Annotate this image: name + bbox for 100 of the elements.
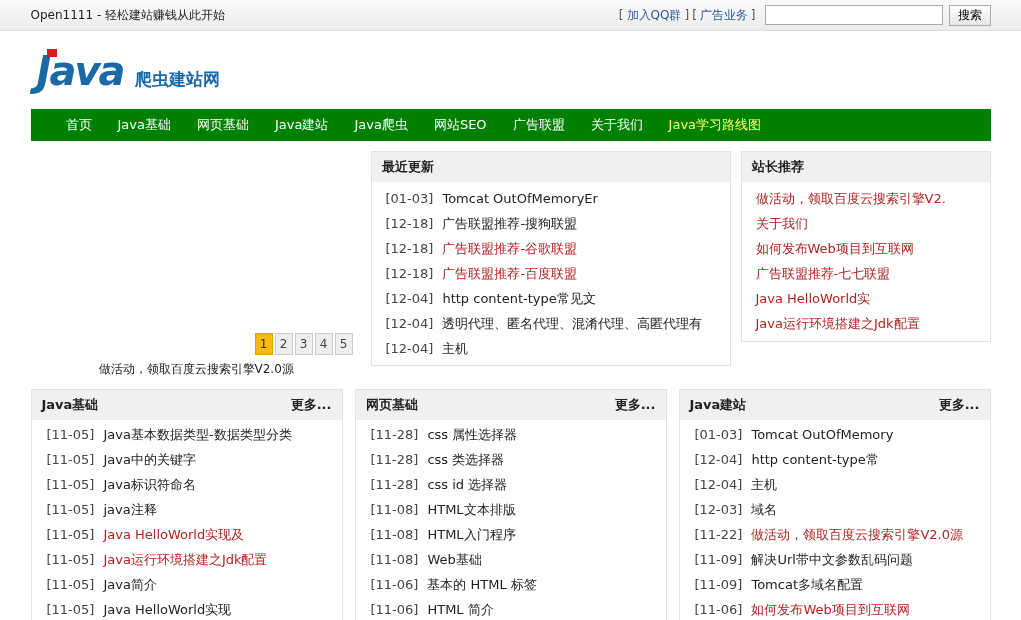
date-label: [11-08] xyxy=(370,552,419,567)
article-link[interactable]: css id 选择器 xyxy=(427,475,508,494)
article-link[interactable]: 关于我们 xyxy=(755,214,808,233)
panel-title: 网页基础 xyxy=(365,396,418,414)
page-button[interactable]: 4 xyxy=(314,333,333,355)
bracket: [ xyxy=(618,8,624,22)
article-link[interactable]: Java HelloWorld实现及 xyxy=(103,525,245,544)
date-label: [11-06] xyxy=(370,602,419,617)
article-link[interactable]: Tomcat OutOfMemory xyxy=(751,427,894,442)
date-label: [11-08] xyxy=(370,527,419,542)
article-link[interactable]: css 属性选择器 xyxy=(427,425,518,444)
date-label: [11-05] xyxy=(46,477,95,492)
article-link[interactable]: Tomcat OutOfMemoryEr xyxy=(442,191,598,206)
article-link[interactable]: HTML文本排版 xyxy=(427,500,516,519)
date-label: [11-22] xyxy=(694,527,743,542)
panel-title: 站长推荐 xyxy=(751,158,804,176)
date-label: [11-08] xyxy=(370,502,419,517)
site-slogan: Open1111 - 轻松建站赚钱从此开始 xyxy=(30,6,226,24)
date-label: [11-05] xyxy=(46,527,95,542)
article-link[interactable]: 广告联盟推荐-百度联盟 xyxy=(442,264,578,283)
date-label: [12-04] xyxy=(694,452,743,467)
article-link[interactable]: HTML入门程序 xyxy=(427,525,516,544)
article-link[interactable]: Tomcat多域名配置 xyxy=(751,575,863,594)
bracket: ] xyxy=(684,8,690,22)
article-link[interactable]: 域名 xyxy=(751,500,778,519)
panel-title: 最近更新 xyxy=(381,158,434,176)
article-link[interactable]: http content-type常 xyxy=(751,450,879,469)
article-link[interactable]: Java简介 xyxy=(103,575,157,594)
nav-link[interactable]: Java爬虫 xyxy=(341,116,421,134)
nav-link[interactable]: Java学习路线图 xyxy=(655,116,775,134)
logo-wordmark: Java xyxy=(32,45,132,95)
article-link[interactable]: Java基本数据类型-数据类型分类 xyxy=(103,425,292,444)
date-label: [11-05] xyxy=(46,577,95,592)
page-button[interactable]: 5 xyxy=(334,333,353,355)
panel-title: Java建站 xyxy=(689,396,747,414)
date-label: [11-28] xyxy=(370,452,419,467)
more-link[interactable]: 更多... xyxy=(614,396,656,414)
date-label: [12-18] xyxy=(385,266,434,281)
nav-link[interactable]: 网站SEO xyxy=(420,116,500,134)
date-label: [11-05] xyxy=(46,427,95,442)
date-label: [11-05] xyxy=(46,452,95,467)
article-link[interactable]: HTML 简介 xyxy=(427,600,494,619)
article-link[interactable]: 主机 xyxy=(751,475,778,494)
article-link[interactable]: 解决Url带中文参数乱码问题 xyxy=(751,550,913,569)
date-label: [11-28] xyxy=(370,427,419,442)
article-link[interactable]: css 类选择器 xyxy=(427,450,505,469)
article-link[interactable]: Java运行环境搭建之Jdk配置 xyxy=(103,550,268,569)
article-link[interactable]: Web基础 xyxy=(427,550,482,569)
top-link[interactable]: 加入QQ群 xyxy=(626,6,682,24)
date-label: [12-04] xyxy=(385,341,434,356)
article-link[interactable]: Java运行环境搭建之Jdk配置 xyxy=(755,314,920,333)
article-link[interactable]: Java标识符命名 xyxy=(103,475,196,494)
nav-link[interactable]: Java基础 xyxy=(104,116,184,134)
article-link[interactable]: 如何发布Web项目到互联网 xyxy=(755,239,914,258)
article-link[interactable]: 做活动，领取百度云搜索引擎V2.0源 xyxy=(751,525,963,544)
date-label: [12-04] xyxy=(694,477,743,492)
date-label: [11-28] xyxy=(370,477,419,492)
slide-caption[interactable]: 做活动，领取百度云搜索引擎V2.0源 xyxy=(98,361,294,379)
article-link[interactable]: 广告联盟推荐-谷歌联盟 xyxy=(442,239,578,258)
nav-link[interactable]: 网页基础 xyxy=(183,116,262,134)
date-label: [12-18] xyxy=(385,216,434,231)
date-label: [11-09] xyxy=(694,577,743,592)
article-link[interactable]: 基本的 HTML 标签 xyxy=(427,575,537,594)
date-label: [11-09] xyxy=(694,552,743,567)
nav-link[interactable]: Java建站 xyxy=(261,116,342,134)
page-button[interactable]: 1 xyxy=(254,333,273,355)
date-label: [11-05] xyxy=(46,602,95,617)
page-button[interactable]: 2 xyxy=(274,333,293,355)
date-label: [01-03] xyxy=(694,427,743,442)
panel-title: Java基础 xyxy=(41,396,99,414)
date-label: [12-04] xyxy=(385,291,434,306)
search-field[interactable] xyxy=(764,5,943,25)
nav-link[interactable]: 广告联盟 xyxy=(499,116,578,134)
article-link[interactable]: Java中的关键字 xyxy=(103,450,196,469)
article-link[interactable]: java注释 xyxy=(103,500,157,519)
bracket: [ xyxy=(692,8,697,22)
date-label: [11-05] xyxy=(46,552,95,567)
date-label: [12-04] xyxy=(385,316,434,331)
article-link[interactable]: 如何发布Web项目到互联网 xyxy=(751,600,910,619)
date-label: [11-06] xyxy=(370,577,419,592)
date-label: [12-03] xyxy=(694,502,743,517)
article-link[interactable]: Java HelloWorld实现 xyxy=(103,600,232,619)
article-link[interactable]: Java HelloWorld实 xyxy=(755,289,871,308)
page-button[interactable]: 3 xyxy=(294,333,313,355)
more-link[interactable]: 更多... xyxy=(290,396,332,414)
top-link[interactable]: 广告业务 xyxy=(699,6,748,24)
bracket: ] xyxy=(750,8,756,22)
article-link[interactable]: 主机 xyxy=(442,339,469,358)
article-link[interactable]: 透明代理、匿名代理、混淆代理、高匿代理有 xyxy=(442,314,703,333)
search-button[interactable]: 搜索 xyxy=(948,4,991,26)
article-link[interactable]: http content-type常见文 xyxy=(442,289,596,308)
article-link[interactable]: 做活动，领取百度云搜索引擎V2. xyxy=(755,189,946,208)
nav-link[interactable]: 关于我们 xyxy=(577,116,656,134)
date-label: [01-03] xyxy=(385,191,434,206)
more-link[interactable]: 更多... xyxy=(938,396,980,414)
date-label: [12-18] xyxy=(385,241,434,256)
date-label: [11-05] xyxy=(46,502,95,517)
article-link[interactable]: 广告联盟推荐-七七联盟 xyxy=(755,264,891,283)
nav-link[interactable]: 首页 xyxy=(52,116,105,134)
article-link[interactable]: 广告联盟推荐-搜狗联盟 xyxy=(442,214,578,233)
